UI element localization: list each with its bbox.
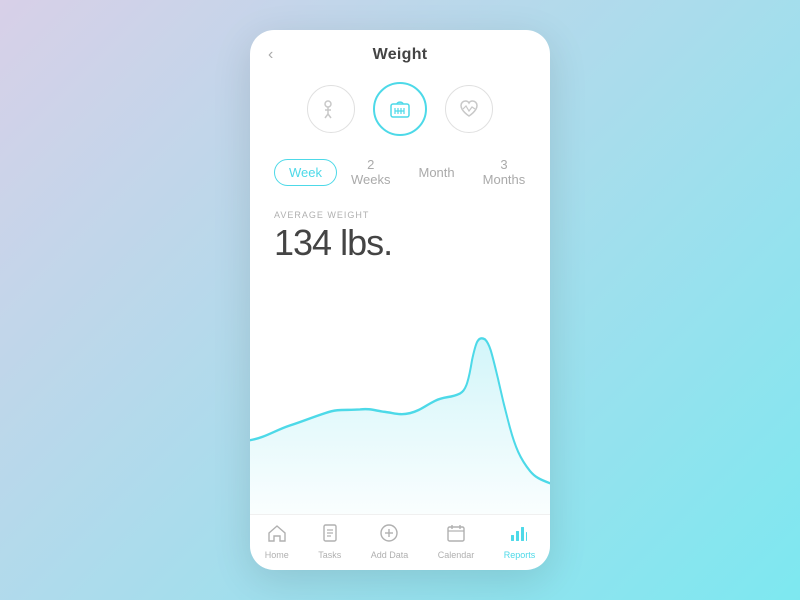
bottom-navigation: Home Tasks Add Data (250, 514, 550, 570)
nav-home[interactable]: Home (265, 523, 289, 560)
add-data-icon (379, 523, 399, 547)
heart-rate-icon-btn[interactable] (445, 85, 493, 133)
back-button[interactable]: ‹ (268, 46, 273, 64)
home-icon (267, 523, 287, 547)
tab-2weeks[interactable]: 2 Weeks (337, 152, 405, 192)
header: ‹ Weight (250, 30, 550, 74)
nav-tasks[interactable]: Tasks (318, 523, 341, 560)
page-title: Weight (373, 46, 428, 64)
activity-icon-btn[interactable] (307, 85, 355, 133)
tab-week[interactable]: Week (274, 159, 337, 186)
tab-month[interactable]: Month (405, 160, 469, 185)
weight-icon-btn[interactable] (373, 82, 427, 136)
nav-add-data[interactable]: Add Data (371, 523, 409, 560)
tasks-icon (320, 523, 340, 547)
nav-reports-label: Reports (504, 550, 536, 560)
reports-icon (509, 523, 529, 547)
category-icon-row (250, 74, 550, 148)
nav-add-data-label: Add Data (371, 550, 409, 560)
tab-3months[interactable]: 3 Months (469, 152, 540, 192)
stats-section: AVERAGE WEIGHT 134 lbs. (250, 200, 550, 268)
avg-weight-label: AVERAGE WEIGHT (274, 210, 526, 220)
time-range-tabs: Week 2 Weeks Month 3 Months (250, 148, 550, 200)
nav-tasks-label: Tasks (318, 550, 341, 560)
nav-calendar-label: Calendar (438, 550, 475, 560)
nav-home-label: Home (265, 550, 289, 560)
nav-calendar[interactable]: Calendar (438, 523, 475, 560)
phone-card: ‹ Weight (250, 30, 550, 570)
calendar-icon (446, 523, 466, 547)
avg-weight-value: 134 lbs. (274, 222, 526, 264)
weight-chart (250, 268, 550, 514)
nav-reports[interactable]: Reports (504, 523, 536, 560)
